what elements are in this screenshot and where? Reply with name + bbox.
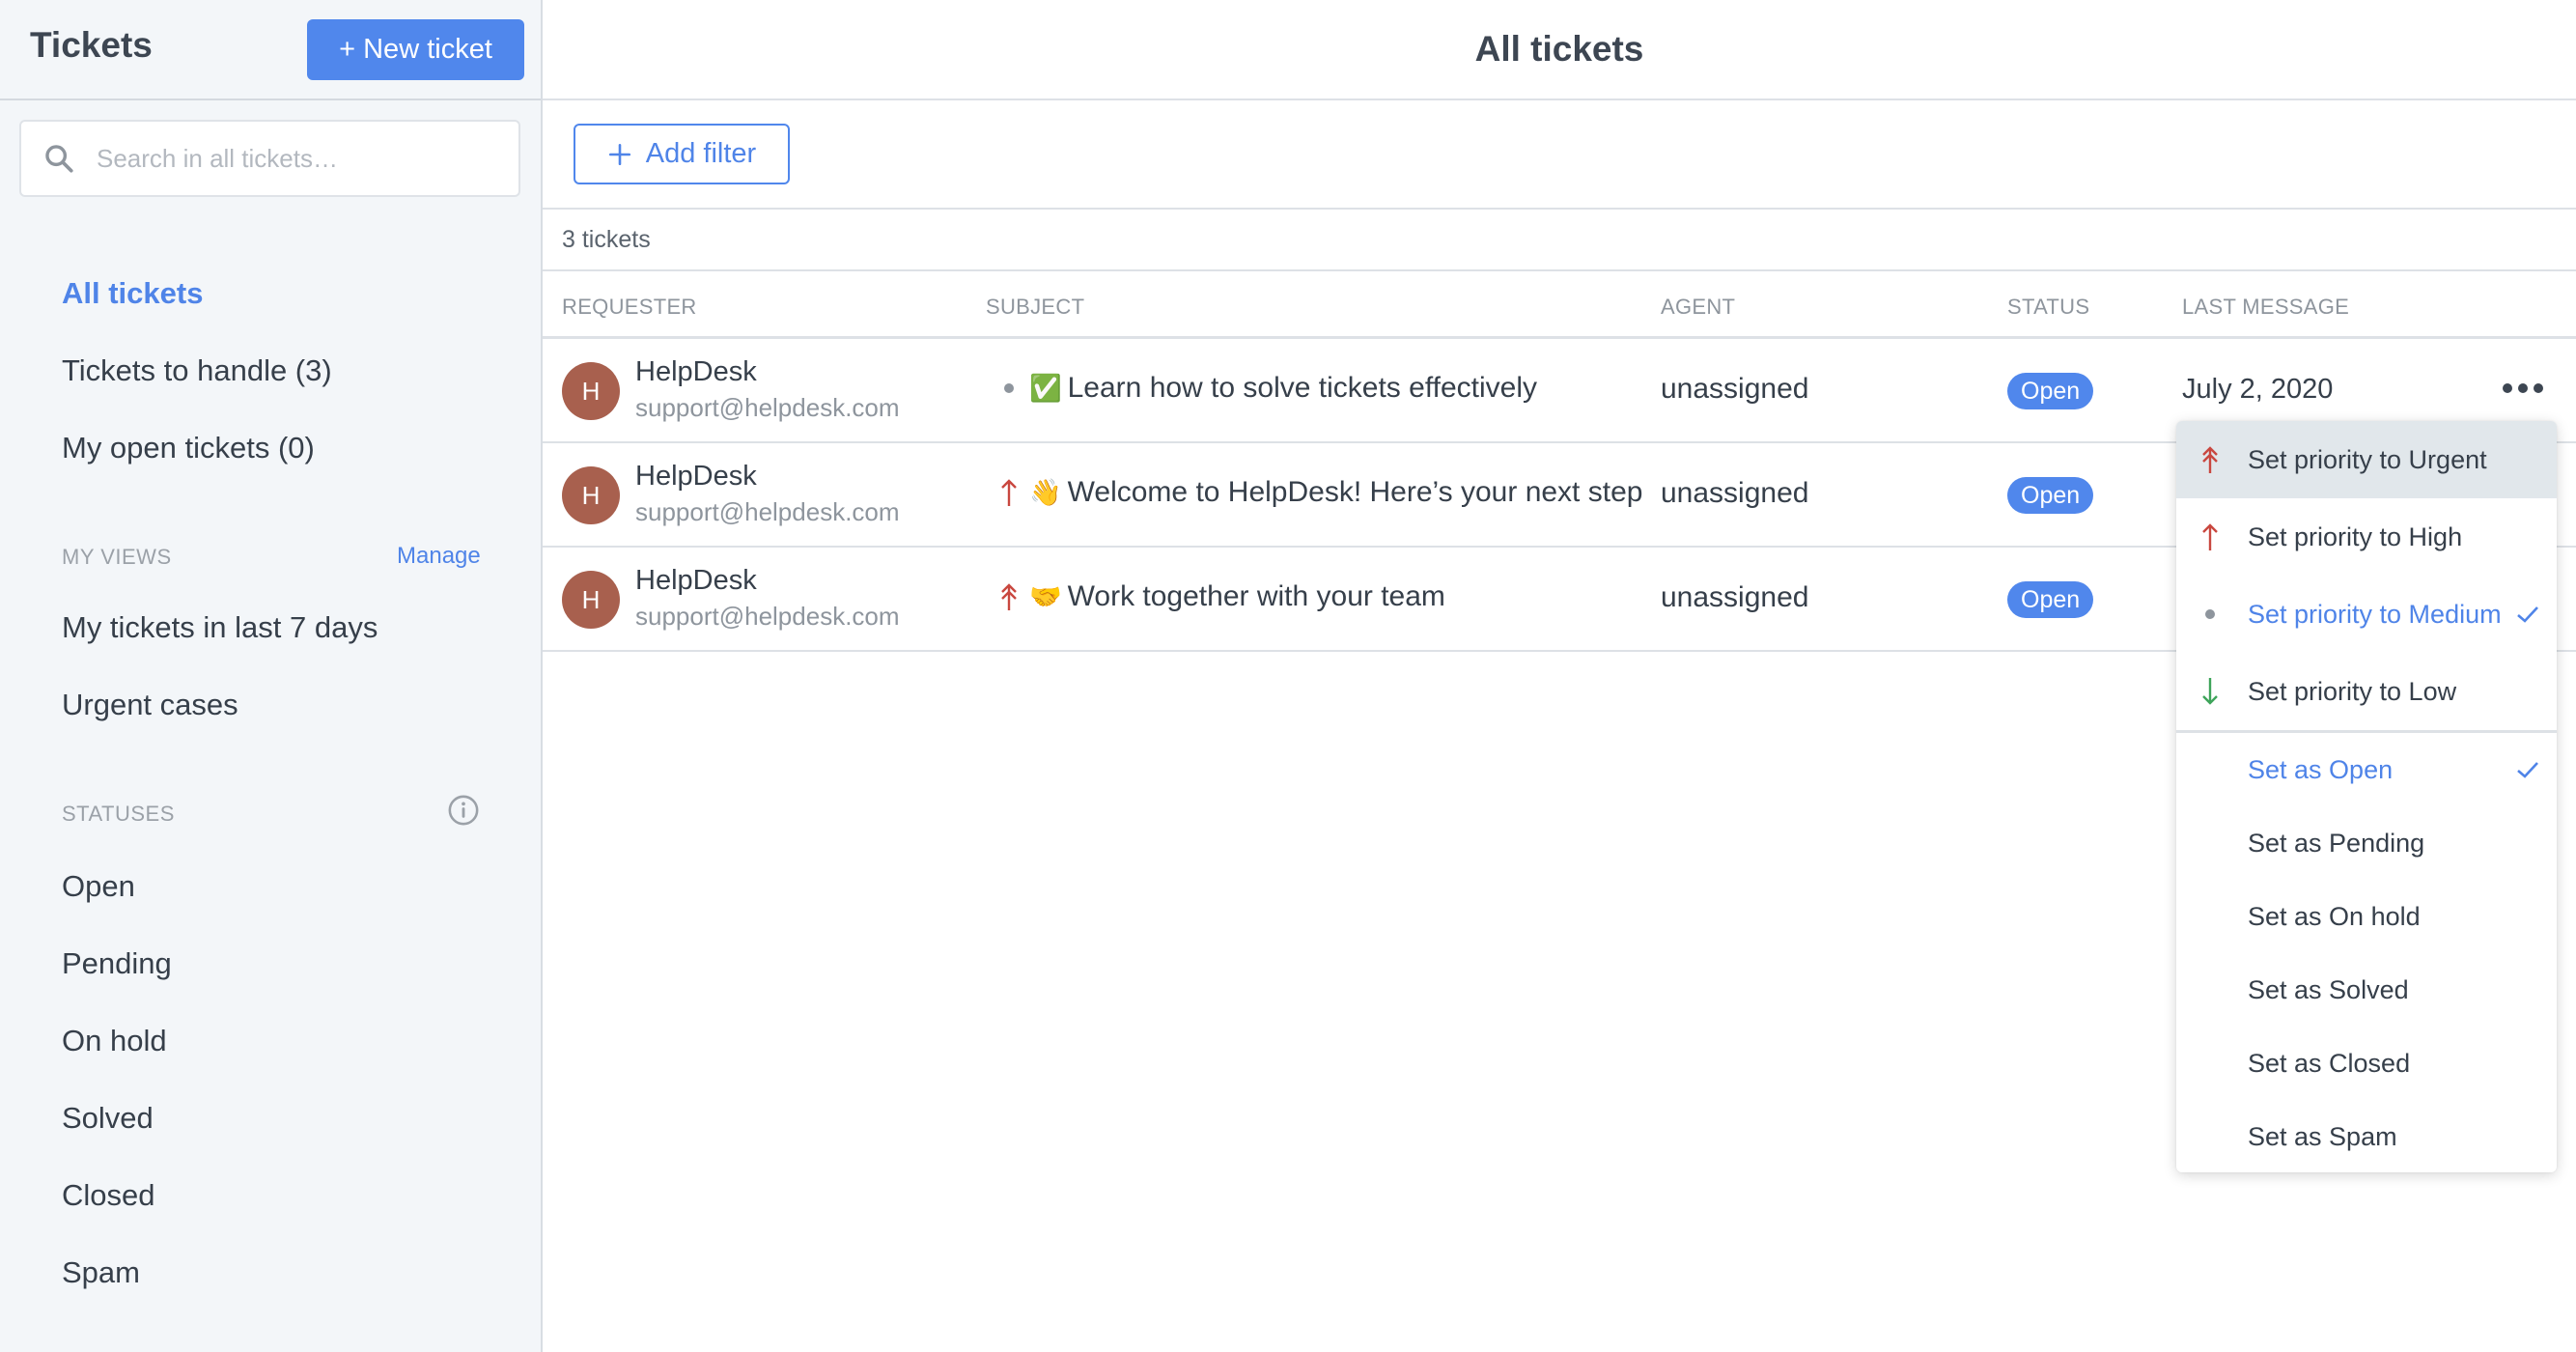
requester-name: HelpDesk: [635, 356, 757, 387]
my-views-label: MY VIEWS: [62, 545, 172, 569]
manage-views-link[interactable]: Manage: [397, 543, 481, 570]
status-badge: Open: [2007, 477, 2094, 514]
medium-priority-icon: [996, 372, 1022, 405]
menu-item-label: Set as Closed: [2248, 1048, 2411, 1078]
ticket-actions-menu: Set priority to Urgent Set priority to H…: [2176, 421, 2557, 1172]
column-header-agent[interactable]: AGENT: [1661, 295, 1735, 320]
menu-item-set-spam[interactable]: Set as Spam: [2176, 1100, 2557, 1172]
requester-email: support@helpdesk.com: [635, 497, 900, 526]
menu-item-priority-urgent[interactable]: Set priority to Urgent: [2176, 421, 2557, 498]
agent: unassigned: [1661, 373, 1809, 405]
subject-text: Welcome to HelpDesk! Here’s your next st…: [1067, 476, 1643, 508]
menu-item-label: Set as Open: [2248, 754, 2394, 784]
subject-text: Learn how to solve tickets effectively: [1067, 372, 1537, 404]
waving-hand-emoji-icon: 👋: [1029, 478, 1062, 507]
info-icon[interactable]: [447, 794, 480, 827]
menu-item-set-pending[interactable]: Set as Pending: [2176, 806, 2557, 880]
sidebar-title: Tickets: [30, 25, 153, 65]
sidebar: Tickets + New ticket All tickets Tickets…: [0, 0, 543, 1352]
status-pending[interactable]: Pending: [62, 946, 172, 981]
low-priority-icon: [2198, 676, 2223, 707]
sidebar-header: Tickets + New ticket: [0, 0, 541, 100]
menu-item-priority-medium[interactable]: Set priority to Medium: [2176, 576, 2557, 653]
add-filter-button[interactable]: Add filter: [574, 124, 790, 184]
requester-email: support@helpdesk.com: [635, 602, 900, 631]
checkmark-icon: [2517, 606, 2538, 623]
menu-item-label: Set as Solved: [2248, 974, 2409, 1004]
table-header: REQUESTER SUBJECT AGENT STATUS LAST MESS…: [543, 271, 2576, 339]
menu-item-set-open[interactable]: Set as Open: [2176, 733, 2557, 806]
menu-item-priority-low[interactable]: Set priority to Low: [2176, 653, 2557, 730]
urgent-priority-icon: [996, 580, 1022, 613]
main-header: All tickets: [543, 0, 2576, 100]
menu-item-label: Set as Pending: [2248, 828, 2425, 858]
menu-item-set-solved[interactable]: Set as Solved: [2176, 953, 2557, 1027]
menu-item-priority-high[interactable]: Set priority to High: [2176, 498, 2557, 576]
view-my-tickets-last-7-days[interactable]: My tickets in last 7 days: [62, 610, 378, 645]
statuses-label: STATUSES: [62, 802, 175, 826]
status-open[interactable]: Open: [62, 869, 135, 904]
avatar: H: [562, 571, 620, 629]
status-solved[interactable]: Solved: [62, 1101, 154, 1136]
avatar: H: [562, 466, 620, 524]
last-message-date: July 2, 2020: [2182, 374, 2334, 405]
medium-priority-icon: [2198, 599, 2223, 630]
status-spam[interactable]: Spam: [62, 1255, 140, 1290]
subject-text: Work together with your team: [1067, 580, 1445, 612]
urgent-priority-icon: [2198, 444, 2223, 475]
status-on-hold[interactable]: On hold: [62, 1024, 167, 1058]
new-ticket-button[interactable]: + New ticket: [307, 19, 524, 80]
ticket-subject[interactable]: 🤝 Work together with your team: [996, 580, 1445, 613]
column-header-status[interactable]: STATUS: [2007, 295, 2089, 320]
search-input[interactable]: [97, 143, 483, 174]
status-badge: Open: [2007, 373, 2094, 409]
avatar: H: [562, 362, 620, 420]
menu-item-label: Set as Spam: [2248, 1121, 2397, 1151]
nav-my-open-tickets[interactable]: My open tickets (0): [62, 431, 315, 465]
high-priority-icon: [996, 476, 1022, 509]
ticket-count: 3 tickets: [543, 210, 2576, 271]
ticket-subject[interactable]: 👋 Welcome to HelpDesk! Here’s your next …: [996, 476, 1642, 509]
search-box[interactable]: [19, 120, 520, 197]
menu-item-set-on-hold[interactable]: Set as On hold: [2176, 880, 2557, 953]
plus-icon: [608, 143, 630, 165]
requester-name: HelpDesk: [635, 461, 757, 492]
agent: unassigned: [1661, 477, 1809, 509]
column-header-requester[interactable]: REQUESTER: [562, 295, 697, 320]
view-urgent-cases[interactable]: Urgent cases: [62, 688, 238, 722]
page-title: All tickets: [1474, 29, 1644, 69]
check-mark-emoji-icon: ✅: [1029, 374, 1062, 403]
search-icon: [45, 145, 73, 173]
nav-tickets-to-handle[interactable]: Tickets to handle (3): [62, 353, 332, 388]
checkmark-icon: [2517, 762, 2538, 778]
column-header-subject[interactable]: SUBJECT: [986, 295, 1084, 320]
menu-item-label: Set priority to High: [2248, 521, 2463, 551]
ticket-subject[interactable]: ✅ Learn how to solve tickets effectively: [996, 372, 1537, 405]
status-badge: Open: [2007, 581, 2094, 618]
column-header-last-message[interactable]: LAST MESSAGE: [2182, 295, 2349, 320]
add-filter-label: Add filter: [645, 138, 757, 169]
menu-item-label: Set priority to Low: [2248, 676, 2457, 706]
handshake-emoji-icon: 🤝: [1029, 582, 1062, 611]
app: Tickets + New ticket All tickets Tickets…: [0, 0, 2576, 1352]
status-closed[interactable]: Closed: [62, 1178, 155, 1213]
menu-item-label: Set priority to Urgent: [2248, 444, 2487, 474]
high-priority-icon: [2198, 521, 2223, 552]
menu-item-label: Set as On hold: [2248, 901, 2421, 931]
requester-name: HelpDesk: [635, 565, 757, 596]
requester-email: support@helpdesk.com: [635, 393, 900, 422]
menu-item-label: Set priority to Medium: [2248, 599, 2502, 629]
agent: unassigned: [1661, 581, 1809, 613]
nav-all-tickets[interactable]: All tickets: [62, 276, 203, 311]
filter-bar: Add filter: [543, 100, 2576, 210]
menu-item-set-closed[interactable]: Set as Closed: [2176, 1027, 2557, 1100]
more-actions-icon[interactable]: [2503, 374, 2543, 403]
